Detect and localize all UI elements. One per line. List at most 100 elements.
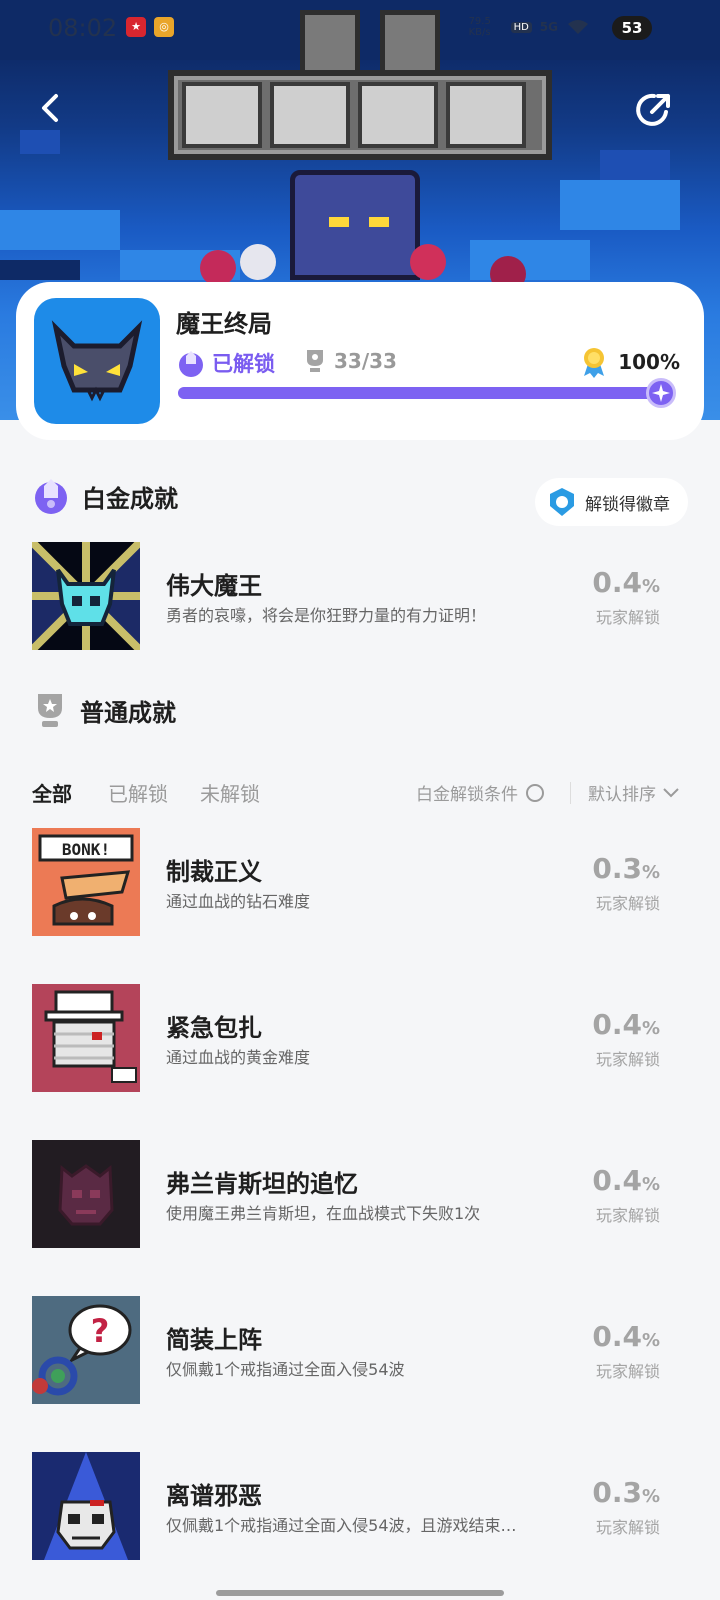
hero-character (290, 170, 420, 280)
achievement-rate: 0.4% (592, 1320, 660, 1353)
achievement-item[interactable]: 紧急包扎 通过血战的黄金难度 0.4% 玩家解锁 (32, 984, 688, 1092)
achievement-item[interactable]: BONK! 制裁正义 通过血战的钻石难度 0.3% 玩家解锁 (32, 828, 688, 936)
achievement-rate: 0.3% (592, 1476, 660, 1509)
achievement-item[interactable]: 离谱邪恶 仅佩戴1个戒指通过全面入侵54波，且游戏结束… 0.3% 玩家解锁 (32, 1452, 688, 1560)
flower-decoration (410, 244, 446, 280)
achievement-name: 紧急包扎 (166, 1014, 262, 1042)
unlock-badge-button[interactable]: 解锁得徽章 (535, 478, 688, 526)
completion-label: 100% (618, 350, 680, 374)
rate-unit: % (641, 1018, 660, 1039)
unlock-badge-label: 解锁得徽章 (585, 494, 670, 515)
platinum-section-header: 白金成就 (32, 476, 178, 516)
game-logo (168, 70, 552, 160)
share-button[interactable] (630, 86, 678, 134)
platinum-condition-toggle[interactable]: 白金解锁条件 (416, 780, 544, 805)
achievement-item[interactable]: ? 简装上阵 仅佩戴1个戒指通过全面入侵54波 0.4% 玩家解锁 (32, 1296, 688, 1404)
pixel-cloud (20, 130, 60, 154)
great-demon-skull-icon (32, 542, 140, 650)
rate-value: 0.4 (592, 566, 642, 599)
rate-label: 玩家解锁 (595, 608, 660, 627)
trophy-icon (38, 694, 62, 727)
achievement-desc: 勇者的哀嚎，将会是你狂野力量的有力证明！ (166, 606, 487, 625)
achievement-name: 离谱邪恶 (166, 1482, 262, 1510)
rate-unit: % (641, 1486, 660, 1507)
tab-all[interactable]: 全部 (32, 778, 72, 807)
achievement-name: 制裁正义 (166, 858, 262, 886)
pixel-cloud (560, 180, 680, 230)
trophy-count-label: 33/33 (334, 349, 397, 373)
chevron-left-icon (42, 94, 58, 122)
sort-dropdown[interactable]: 默认排序 (588, 780, 680, 805)
tab-locked[interactable]: 未解锁 (200, 778, 260, 807)
flower-decoration (240, 244, 276, 280)
game-info-card: 魔王终局 已解锁 33/33 100% (16, 282, 704, 440)
ring-question-icon: ? (32, 1296, 140, 1404)
radio-circle-icon (526, 783, 544, 802)
achievement-name: 简装上阵 (166, 1326, 262, 1354)
normal-section-title: 普通成就 (80, 698, 176, 727)
achievement-rate: 0.4% (592, 1008, 660, 1041)
pixel-cloud (0, 210, 120, 250)
rate-unit: % (641, 862, 660, 883)
achievement-thumbnail (32, 984, 140, 1092)
home-indicator[interactable] (216, 1590, 504, 1596)
platinum-trophy-icon (35, 479, 67, 514)
wizard-skull-icon (32, 1452, 140, 1560)
question-mark: ? (91, 1312, 110, 1350)
trophy-icon (307, 350, 323, 372)
rate-label: 玩家解锁 (595, 894, 660, 913)
rate-unit: % (641, 1174, 660, 1195)
rate-value: 0.4 (592, 1164, 642, 1197)
logo-glyph (358, 82, 438, 148)
character-eye (329, 217, 349, 227)
status-icons: 79.5 KB/s HD 5G (469, 16, 590, 38)
status-time: 08:02 (48, 14, 118, 42)
sort-label: 默认排序 (588, 785, 656, 805)
unlock-status-label: 已解锁 (212, 352, 275, 376)
rate-value: 0.3 (592, 1476, 642, 1509)
flower-decoration (200, 250, 236, 286)
progress-fill (178, 387, 660, 399)
bonk-text: BONK! (62, 840, 110, 859)
achievement-rate: 0.4% (592, 566, 660, 599)
logo-glyph (182, 82, 262, 148)
achievement-thumbnail (32, 542, 140, 650)
game-app-icon[interactable] (34, 298, 160, 424)
progress-knob (646, 378, 676, 408)
trophy-count: 33/33 (304, 348, 397, 374)
net-speed: 79.5 KB/s (468, 16, 491, 38)
badge-icon (550, 488, 574, 516)
achievement-thumbnail: ? (32, 1296, 140, 1404)
achievement-desc: 仅佩戴1个戒指通过全面入侵54波 (166, 1360, 405, 1379)
hd-icon: HD (510, 21, 532, 33)
achievement-desc: 通过血战的黄金难度 (166, 1048, 311, 1067)
achievement-item[interactable]: 弗兰肯斯坦的追忆 使用魔王弗兰肯斯坦，在血战模式下失败1次 0.4% 玩家解锁 (32, 1140, 688, 1248)
pixel-cloud (600, 150, 670, 180)
pixel-cloud (470, 240, 590, 280)
achievement-desc: 通过血战的钻石难度 (166, 892, 311, 911)
sparkle-icon (652, 384, 670, 402)
chevron-down-icon (663, 787, 679, 797)
tab-unlocked[interactable]: 已解锁 (108, 778, 168, 807)
rate-label: 玩家解锁 (595, 1362, 660, 1381)
platinum-achievement-item[interactable]: 伟大魔王 勇者的哀嚎，将会是你狂野力量的有力证明！ 0.4% 玩家解锁 (32, 542, 688, 650)
rate-value: 0.4 (592, 1008, 642, 1041)
wifi-icon (568, 20, 588, 34)
notification-app-icon: ◎ (154, 17, 174, 37)
condition-label: 白金解锁条件 (416, 785, 518, 805)
rate-value: 0.3 (592, 852, 642, 885)
achievement-desc: 使用魔王弗兰肯斯坦，在血战模式下失败1次 (166, 1204, 481, 1223)
back-button[interactable] (30, 86, 74, 130)
pixel-cloud (0, 260, 80, 280)
rate-label: 玩家解锁 (595, 1518, 660, 1537)
share-icon (636, 93, 670, 126)
achievement-thumbnail (32, 1140, 140, 1248)
rate-label: 玩家解锁 (595, 1206, 660, 1225)
rate-unit: % (641, 576, 660, 597)
achievement-thumbnail (32, 1452, 140, 1560)
demon-skull-icon (51, 320, 143, 402)
achievement-name: 弗兰肯斯坦的追忆 (166, 1170, 358, 1198)
divider (570, 782, 571, 804)
battery-icon: 53 (612, 16, 652, 40)
rate-label: 玩家解锁 (595, 1050, 660, 1069)
